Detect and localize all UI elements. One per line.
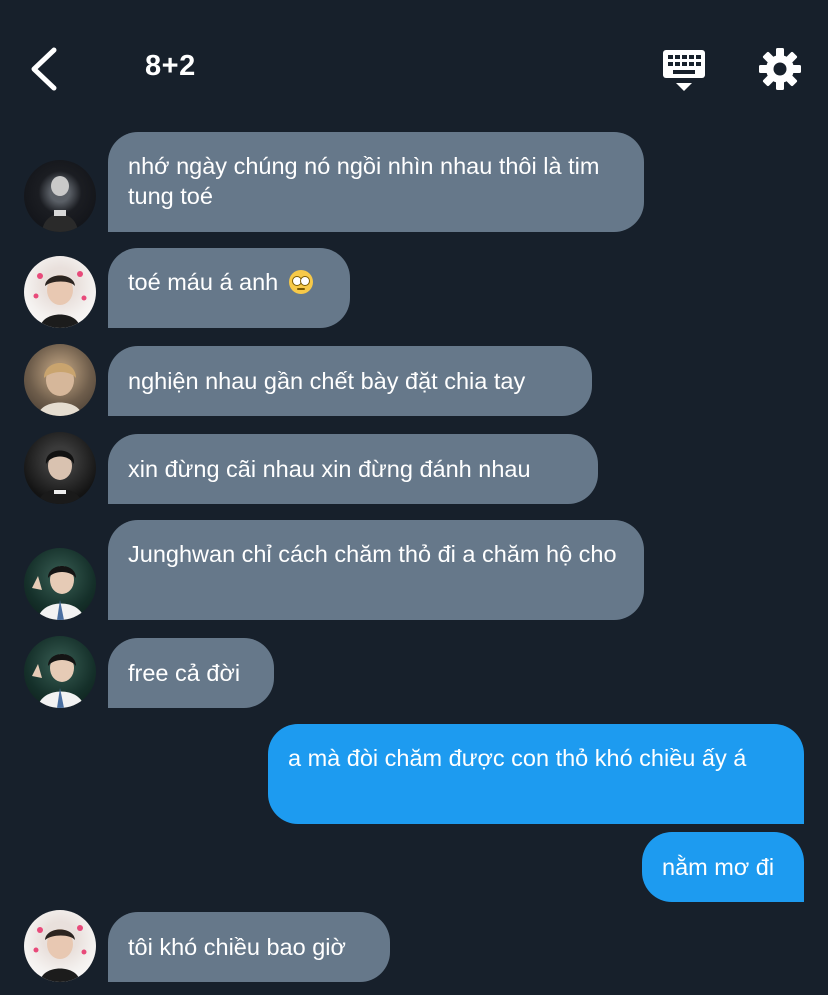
message-text: tôi khó chiều bao giờ [128,934,346,960]
avatar[interactable] [24,256,96,328]
message-text: xin đừng cãi nhau xin đừng đánh nhau [128,456,531,482]
message-bubble: nhớ ngày chúng nó ngồi nhìn nhau thôi là… [108,132,644,232]
message-bubble-outgoing: a mà đòi chăm được con thỏ khó chiều ấy … [268,724,804,824]
avatar[interactable] [24,636,96,708]
message-text: nghiện nhau gần chết bày đặt chia tay [128,368,526,394]
settings-button[interactable] [756,44,804,94]
avatar[interactable] [24,344,96,416]
message-text: nhớ ngày chúng nó ngồi nhìn nhau thôi là… [128,153,600,209]
message-bubble: tôi khó chiều bao giờ [108,912,390,982]
message-bubble: toé máu á anh [108,248,350,328]
avatar[interactable] [24,548,96,620]
keyboard-toggle-button[interactable] [660,46,708,94]
chevron-left-icon [31,47,57,91]
avatar[interactable] [24,910,96,982]
message-text: a mà đòi chăm được con thỏ khó chiều ấy … [288,745,747,771]
back-button[interactable] [24,44,68,94]
face-with-rolling-eyes-emoji [288,270,313,294]
message-bubble: xin đừng cãi nhau xin đừng đánh nhau [108,434,598,504]
avatar[interactable] [24,432,96,504]
chat-title: 8+2 [145,50,196,82]
message-bubble: free cả đời [108,638,274,708]
gear-icon [759,48,801,90]
message-text: Junghwan chỉ cách chăm thỏ đi a chăm hộ … [128,541,617,567]
message-bubble-outgoing: nằm mơ đi [642,832,804,902]
chat-header: 8+2 [0,0,828,132]
message-text: free cả đời [128,660,241,686]
message-bubble: nghiện nhau gần chết bày đặt chia tay [108,346,592,416]
keyboard-icon [663,50,705,91]
message-text: nằm mơ đi [662,854,775,880]
message-bubble: Junghwan chỉ cách chăm thỏ đi a chăm hộ … [108,520,644,620]
chat-screen: 8+2 nhớ ngày chúng nó ngồi nhìn nhau thô… [0,0,828,995]
message-text: toé máu á anh [128,269,279,295]
avatar[interactable] [24,160,96,232]
